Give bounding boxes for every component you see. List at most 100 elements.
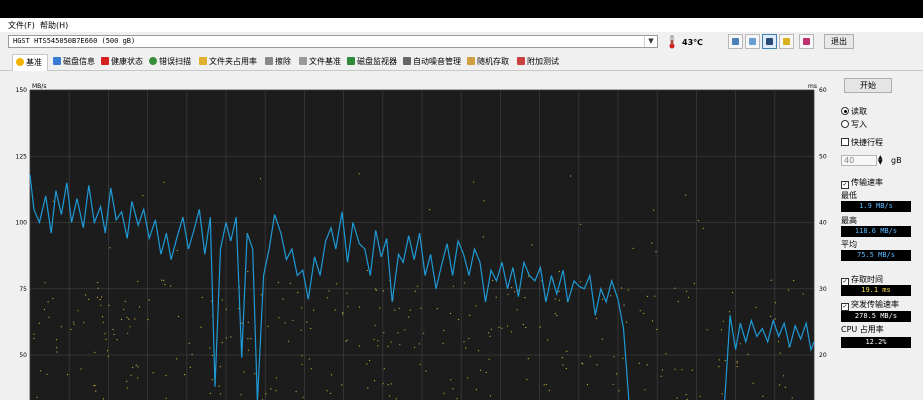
access-dot [107,355,109,357]
access-dot [310,327,312,330]
access-dot [547,339,549,341]
copy-icon [732,38,739,45]
copy-text-button[interactable] [745,34,760,49]
access-dot [618,390,620,392]
menu-help[interactable]: 帮助(H) [40,20,68,31]
access-dot [596,364,598,366]
drive-select[interactable]: HGST HTS545050B7E660 (500 gB) ▼ [8,35,658,48]
tab-aam[interactable]: 自动噪音管理 [400,54,461,69]
access-dot [718,359,720,361]
access-dot [209,392,211,394]
tab-error-scan[interactable]: 错误扫描 [146,54,191,69]
exit-button[interactable]: 退出 [824,34,854,49]
access-dot [358,345,360,347]
access-dot [99,299,101,301]
access-dot [625,321,628,323]
spin-arrows-icon[interactable]: ▲ ▼ [878,155,883,166]
tab-extra-tests[interactable]: 附加测试 [514,54,559,69]
access-dot [94,384,96,387]
access-dot [300,329,302,331]
access-dot [475,305,477,307]
tab-health[interactable]: 健康状态 [98,54,143,69]
start-button[interactable]: 开始 [844,78,892,93]
access-dot [93,385,95,387]
access-dot [791,397,793,399]
burst-rate-checkbox[interactable]: ✓ 突发传输速率 [841,300,899,311]
tab-erase[interactable]: 擦除 [262,54,291,69]
tab-bar: 基准 磁盘信息 健康状态 错误扫描 文件夹占用率 擦除 文件基准 磁盘监视器 自… [0,53,923,71]
tab-disk-monitor[interactable]: 磁盘监视器 [344,54,397,69]
folder-icon [199,57,207,65]
access-dot [495,296,497,298]
access-dot [342,311,344,314]
options-button[interactable] [779,34,794,49]
access-dot [247,338,249,340]
tab-label: 文件夹占用率 [209,57,257,66]
access-dot [265,393,267,395]
copy-info-button[interactable] [728,34,743,49]
thermometer-icon [669,35,675,49]
access-dot [774,318,776,320]
access-dot [452,388,454,390]
right-tick-label: 60 [819,87,827,94]
access-dot [123,308,125,310]
access-dot [793,280,795,282]
access-dot [463,341,465,343]
access-dot [473,181,475,183]
access-dot [399,343,401,345]
transfer-rate-checkbox[interactable]: ✓ 传输速率 [841,178,883,189]
access-dot [610,295,612,297]
short-stroke-checkbox[interactable]: 快捷行程 [841,138,883,148]
write-radio[interactable]: 写入 [841,120,867,130]
eraser-icon [265,57,273,65]
access-dot [732,292,734,294]
access-dot [506,325,509,327]
access-dot [366,363,368,365]
read-radio[interactable]: 读取 [841,107,867,117]
access-dot [511,287,513,289]
device-toolbar: HGST HTS545050B7E660 (500 gB) ▼ 43℃ 退出 [0,32,923,52]
access-dot [693,282,696,285]
access-dot [387,345,389,347]
menu-bar: 文件(F) 帮助(H) [0,18,923,32]
access-dot [565,367,567,370]
access-dot [612,383,614,385]
tab-file-benchmark[interactable]: 文件基准 [296,54,341,69]
access-dot [467,377,469,379]
access-dot [346,292,348,294]
access-dot [414,290,416,292]
access-dot [176,358,178,360]
access-dot [639,310,641,312]
access-dot [225,337,227,339]
transfer-rate-label: 传输速率 [851,178,883,187]
access-dot [638,362,640,364]
access-dot [651,242,653,244]
chevron-down-icon[interactable]: ▼ [644,36,657,47]
access-dot [129,326,131,328]
tab-label: 基准 [26,58,42,67]
access-dot [331,374,333,376]
short-stroke-unit: gB [891,156,902,165]
access-dot [70,328,72,331]
download-button[interactable] [799,34,814,49]
access-dot [375,288,377,290]
access-dot [545,383,548,385]
screenshot-button[interactable] [762,34,777,49]
tab-folder-usage[interactable]: 文件夹占用率 [196,54,257,69]
menu-file[interactable]: 文件(F) [8,20,35,31]
access-dot [289,282,292,284]
access-dot [165,374,167,377]
tab-benchmark[interactable]: 基准 [12,54,48,71]
access-dot [418,343,420,345]
checkbox-checked: ✓ [841,181,849,189]
access-dot [436,308,438,310]
tab-random-access[interactable]: 随机存取 [464,54,509,69]
access-dot [691,369,693,371]
short-stroke-input[interactable]: 40 [841,155,877,166]
access-dot [250,338,252,340]
access-dot [681,369,683,371]
tab-disk-info[interactable]: 磁盘信息 [50,54,95,69]
access-dot [558,290,560,292]
access-time-checkbox[interactable]: ✓ 存取时间 [841,275,883,286]
access-dot [105,338,107,340]
